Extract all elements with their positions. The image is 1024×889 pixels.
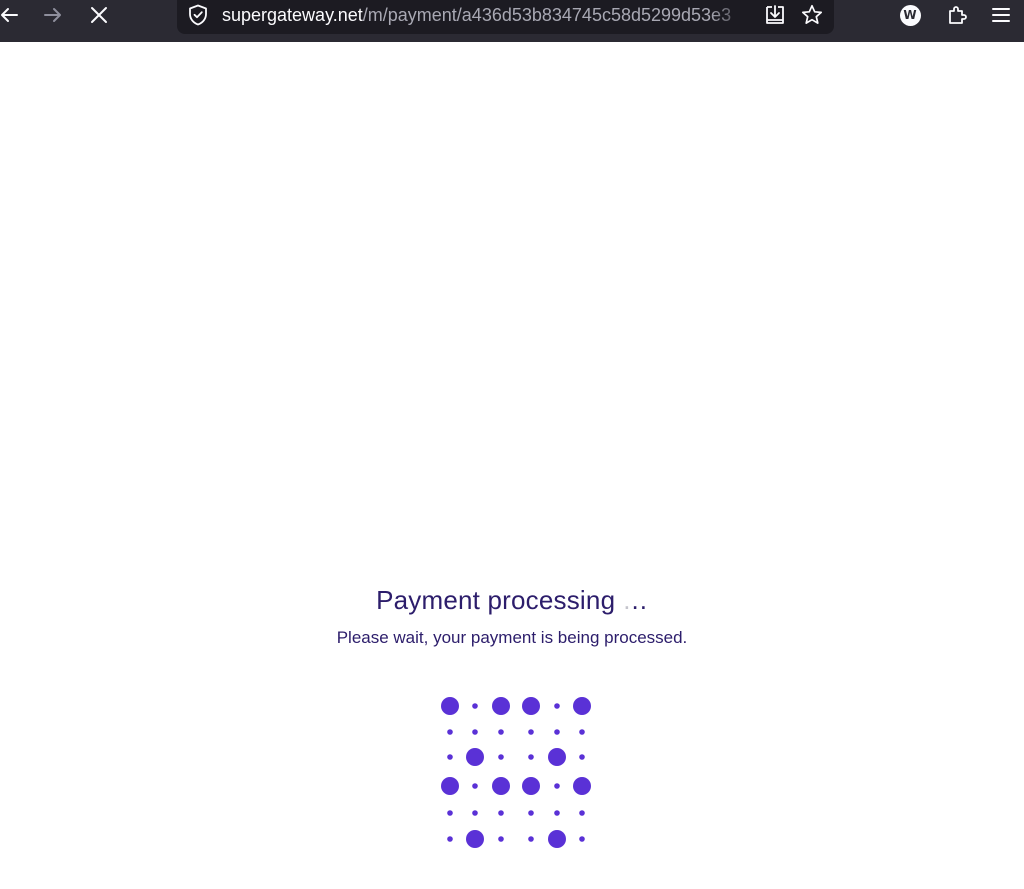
loader-dot-small — [579, 754, 585, 760]
loader-dot-small — [472, 703, 478, 709]
loader-dot-small — [447, 810, 453, 816]
back-button[interactable] — [0, 0, 24, 30]
loader-dot-large — [492, 777, 510, 795]
download-tray-icon — [766, 5, 784, 24]
loader-dot-small — [447, 754, 453, 760]
loader-dot-small — [528, 810, 534, 816]
loader-dot-large — [441, 697, 459, 715]
hamburger-menu-icon — [992, 8, 1010, 22]
stop-loading-button[interactable] — [84, 0, 114, 30]
loader-dot-small — [472, 729, 478, 735]
loader-dot-small — [554, 729, 560, 735]
url-host: supergateway.net — [222, 5, 363, 25]
bookmark-button[interactable] — [799, 2, 825, 28]
loader-dot-small — [498, 754, 504, 760]
loader-dot-large — [548, 748, 566, 766]
extension-w-button[interactable]: W — [897, 2, 923, 28]
loader-dot-small — [498, 729, 504, 735]
loader-dot-small — [498, 836, 504, 842]
loader-dot-small — [528, 729, 534, 735]
loader-dot-small — [579, 836, 585, 842]
loader-dot-large — [466, 830, 484, 848]
loader-dot-large — [466, 748, 484, 766]
loader-dot-large — [522, 697, 540, 715]
loading-dots-dark: .. — [631, 585, 648, 615]
browser-toolbar: supergateway.net/m/payment/a436d53b83474… — [0, 0, 1024, 42]
url-text[interactable]: supergateway.net/m/payment/a436d53b83474… — [222, 4, 752, 26]
loader-dot-small — [528, 754, 534, 760]
tracking-protection-shield-icon[interactable] — [186, 3, 210, 27]
loader-dot-small — [579, 729, 585, 735]
close-icon — [91, 7, 107, 23]
loading-dots: ... — [623, 583, 648, 617]
loader-dot-small — [554, 703, 560, 709]
loader-dot-large — [492, 697, 510, 715]
forward-arrow-icon — [44, 8, 61, 22]
dot-grid-loader-icon — [441, 697, 591, 848]
page-content: Payment processing... Please wait, your … — [0, 42, 1024, 889]
loader-dot-small — [498, 810, 504, 816]
page-title: Payment processing... — [0, 583, 1024, 617]
extension-w-badge: W — [899, 4, 921, 26]
back-arrow-icon — [1, 8, 18, 22]
loader-dot-small — [472, 783, 478, 789]
url-path: /m/payment/a436d53b834745c58d5299d53e3 — [362, 5, 732, 25]
loader-dot-small — [554, 810, 560, 816]
extensions-button[interactable] — [944, 2, 970, 28]
address-bar[interactable]: supergateway.net/m/payment/a436d53b83474… — [177, 0, 834, 34]
loader-dot-large — [573, 697, 591, 715]
loader-dot-small — [447, 836, 453, 842]
title-text: Payment processing — [376, 585, 616, 615]
page-subtitle: Please wait, your payment is being proce… — [336, 628, 688, 647]
save-page-button[interactable] — [762, 2, 788, 28]
loader-dot-small — [528, 836, 534, 842]
loader-dot-small — [579, 810, 585, 816]
loader-dot-large — [573, 777, 591, 795]
app-menu-button[interactable] — [988, 2, 1014, 28]
loader-dot-small — [447, 729, 453, 735]
loader-dot-large — [441, 777, 459, 795]
loader-dot-large — [522, 777, 540, 795]
loader-dot-large — [548, 830, 566, 848]
loader-dot-small — [554, 783, 560, 789]
loader-dot-small — [472, 810, 478, 816]
puzzle-piece-icon — [949, 6, 967, 24]
star-icon — [801, 4, 823, 24]
forward-button[interactable] — [38, 0, 68, 30]
